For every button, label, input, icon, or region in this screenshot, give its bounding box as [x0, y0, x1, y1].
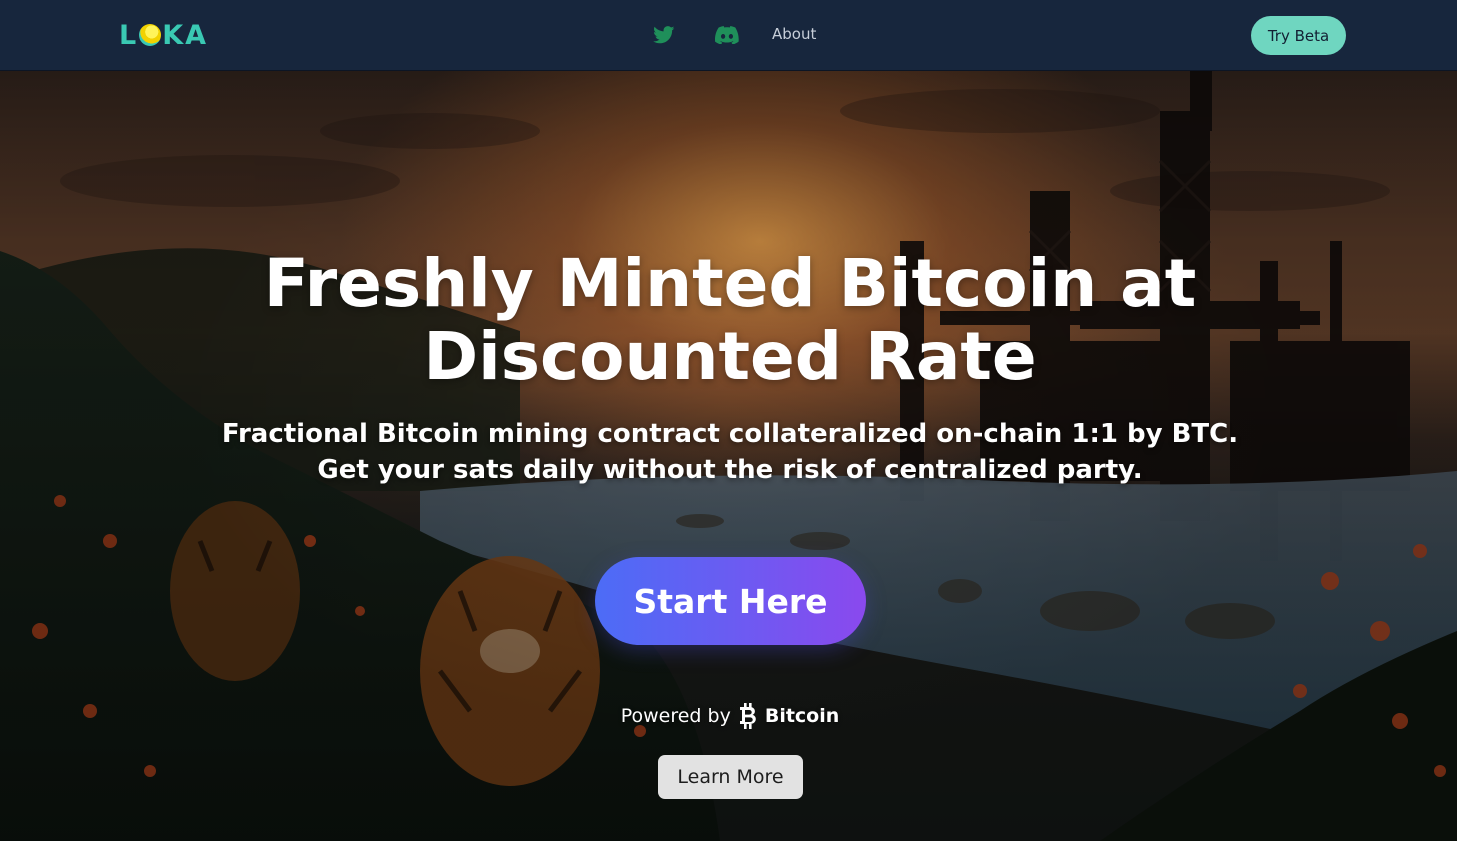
- hero-subheadline: Fractional Bitcoin mining contract colla…: [160, 416, 1300, 488]
- discord-icon[interactable]: [715, 24, 739, 46]
- logo-text-start: L: [119, 19, 139, 51]
- logo-text-end: KA: [162, 19, 209, 51]
- navbar: L KA About Try Beta: [0, 0, 1457, 71]
- try-beta-button[interactable]: Try Beta: [1251, 16, 1346, 55]
- start-here-button[interactable]: Start Here: [595, 557, 866, 645]
- loka-logo[interactable]: L KA: [119, 19, 209, 51]
- powered-by-label: Powered by: [620, 705, 731, 727]
- subheadline-line-2: Get your sats daily without the risk of …: [317, 455, 1143, 485]
- powered-by-bitcoin: Powered by Bitcoin: [600, 701, 860, 731]
- headline-line-2: Discounted Rate: [423, 318, 1037, 395]
- logo-sun-icon: [139, 24, 162, 46]
- twitter-icon[interactable]: [652, 24, 676, 46]
- hero-headline: Freshly Minted Bitcoin at Discounted Rat…: [200, 247, 1260, 393]
- bitcoin-icon: [739, 703, 756, 729]
- headline-line-1: Freshly Minted Bitcoin at: [263, 245, 1197, 322]
- hero-section: Freshly Minted Bitcoin at Discounted Rat…: [0, 71, 1457, 841]
- subheadline-line-1: Fractional Bitcoin mining contract colla…: [221, 419, 1239, 449]
- learn-more-button[interactable]: Learn More: [658, 755, 803, 799]
- about-link[interactable]: About: [772, 25, 816, 43]
- bitcoin-brand-label: Bitcoin: [764, 705, 840, 727]
